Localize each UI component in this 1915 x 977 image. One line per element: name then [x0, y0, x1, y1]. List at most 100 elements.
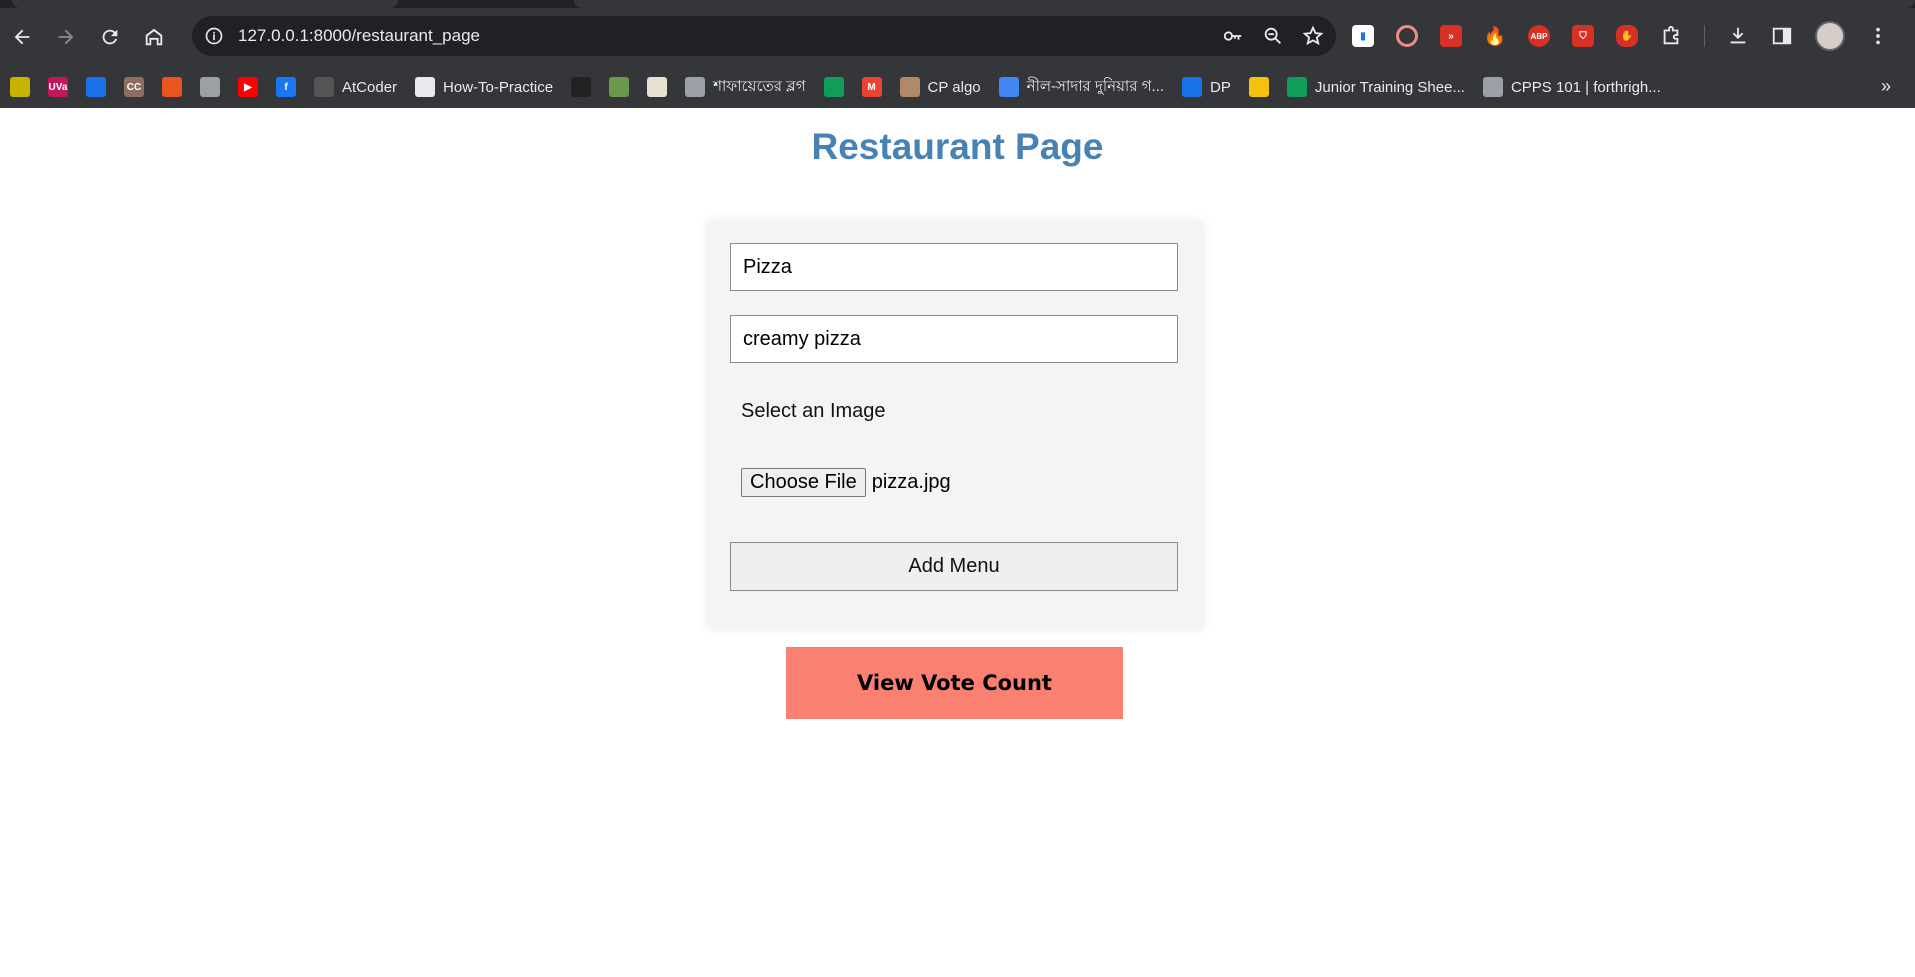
back-button[interactable]: [0, 15, 44, 59]
hand-extension-icon[interactable]: ✋: [1616, 25, 1638, 47]
back-arrow-icon: [14, 29, 30, 45]
bookmark-favicon-icon: [1182, 77, 1203, 97]
bookmark-favicon-icon: [314, 77, 334, 97]
bookmark-item[interactable]: [1248, 77, 1269, 97]
choose-file-button[interactable]: Choose File: [741, 468, 866, 497]
selected-file-name: pizza.jpg: [871, 471, 951, 493]
bookmark-item[interactable]: How-To-Practice: [415, 77, 553, 97]
home-icon: [145, 28, 163, 46]
page-title: Restaurant Page: [811, 126, 1104, 167]
menu-description-input[interactable]: creamy pizza: [730, 315, 1178, 363]
bookmark-label: DP: [1210, 78, 1231, 96]
forward-button[interactable]: [44, 15, 88, 59]
bookmark-favicon-icon: f: [276, 77, 296, 97]
download-icon[interactable]: [1727, 25, 1749, 47]
bookmark-favicon-icon: [1286, 77, 1307, 97]
extension-icon[interactable]: »: [1440, 25, 1462, 47]
zoom-icon[interactable]: [1262, 25, 1284, 47]
bookmark-item[interactable]: [10, 77, 30, 97]
key-icon[interactable]: [1222, 25, 1244, 47]
bookmark-item[interactable]: [200, 77, 220, 97]
bookmark-item[interactable]: CC: [124, 77, 144, 97]
add-menu-button[interactable]: Add Menu: [730, 542, 1178, 591]
address-bar[interactable]: 127.0.0.1:8000/restaurant_page: [192, 16, 1336, 56]
bookmark-favicon-icon: ▶: [238, 77, 258, 97]
bookmark-item[interactable]: AtCoder: [314, 77, 397, 97]
bookmark-item[interactable]: [162, 77, 182, 97]
profile-avatar[interactable]: [1815, 21, 1845, 51]
bookmark-favicon-icon: [162, 77, 182, 97]
bookmark-item[interactable]: [647, 77, 668, 97]
bookmark-label: CP algo: [927, 78, 981, 96]
bookmark-item[interactable]: DP: [1182, 77, 1231, 97]
side-panel-icon[interactable]: [1771, 25, 1793, 47]
bookmark-favicon-icon: [1248, 77, 1269, 97]
bookmark-item[interactable]: CP algo: [899, 77, 981, 97]
bookmark-label: CPPS 101 | forthrigh...: [1510, 78, 1661, 96]
bookmark-favicon-icon: UVa: [48, 77, 68, 97]
adblock-extension-icon[interactable]: ABP: [1528, 25, 1550, 47]
page-content: Restaurant Page Pizza creamy pizza Selec…: [0, 108, 1915, 977]
toolbar-divider: [1704, 25, 1705, 47]
menu-name-input[interactable]: Pizza: [730, 243, 1178, 291]
bookmark-favicon-icon: [10, 77, 30, 97]
bookmark-favicon-icon: M: [861, 77, 882, 97]
bookmark-label: শাফায়েতের ব্লগ: [713, 77, 806, 95]
reload-button[interactable]: [88, 15, 132, 59]
extension-icon[interactable]: ▮: [1352, 25, 1374, 47]
browser-toolbar: 127.0.0.1:8000/restaurant_page ▮ » 🔥 ABP…: [0, 8, 1915, 66]
url-host: 127.0.0.1: [238, 26, 309, 45]
puzzle-icon[interactable]: [1660, 25, 1682, 47]
bookmark-item[interactable]: শাফায়েতের ব্লগ: [685, 75, 806, 100]
bookmark-item[interactable]: CPPS 101 | forthrigh...: [1482, 77, 1661, 97]
url-text: 127.0.0.1:8000/restaurant_page: [238, 26, 480, 46]
add-menu-form: Pizza creamy pizza Select an Image Choos…: [706, 220, 1204, 630]
bookmark-item[interactable]: Junior Training Shee...: [1286, 77, 1465, 97]
bookmark-favicon-icon: [685, 77, 706, 97]
bookmark-favicon-icon: [647, 77, 668, 97]
bookmark-favicon-icon: [415, 77, 436, 97]
browser-chrome: 127.0.0.1:8000/restaurant_page ▮ » 🔥 ABP…: [0, 0, 1915, 108]
extension-icon[interactable]: [1396, 25, 1418, 47]
bookmark-favicon-icon: [571, 77, 592, 97]
bookmark-item[interactable]: নীল-সাদার দুনিয়ার গ...: [998, 75, 1165, 100]
bookmark-item[interactable]: [86, 77, 106, 97]
site-info-icon[interactable]: [204, 26, 224, 46]
bookmark-favicon-icon: CC: [124, 77, 144, 97]
file-input[interactable]: Choose File pizza.jpg: [741, 468, 951, 497]
forward-arrow-icon: [58, 29, 74, 45]
bookmark-favicon-icon: [823, 77, 844, 97]
bookmark-favicon-icon: [899, 77, 920, 97]
extensions-area: ▮ » 🔥 ABP ⛉ ✋: [1352, 16, 1889, 56]
star-icon[interactable]: [1302, 25, 1324, 47]
bookmark-favicon-icon: [200, 77, 220, 97]
bookmark-item[interactable]: UVa: [48, 77, 68, 97]
image-label: Select an Image: [741, 400, 886, 422]
bookmark-favicon-icon: [86, 77, 106, 97]
more-bookmarks-chevron-icon[interactable]: »: [1881, 76, 1891, 97]
bookmark-item[interactable]: ▶: [238, 77, 258, 97]
tab-strip: [0, 0, 1915, 8]
browser-tab[interactable]: [574, 0, 1915, 8]
bookmark-label: নীল-সাদার দুনিয়ার গ...: [1026, 77, 1165, 95]
view-vote-count-button[interactable]: View Vote Count: [786, 647, 1123, 719]
bookmark-label: Junior Training Shee...: [1314, 78, 1465, 96]
url-path: :8000/restaurant_page: [308, 26, 480, 45]
shield-extension-icon[interactable]: ⛉: [1572, 25, 1594, 47]
bookmark-item[interactable]: [609, 77, 630, 97]
bookmark-favicon-icon: [1482, 77, 1503, 97]
bookmark-item[interactable]: [823, 77, 844, 97]
bookmark-item[interactable]: M: [861, 77, 882, 97]
bookmark-favicon-icon: [998, 77, 1019, 97]
reload-icon: [102, 29, 118, 45]
fire-extension-icon[interactable]: 🔥: [1484, 25, 1506, 47]
bookmark-label: How-To-Practice: [443, 78, 554, 96]
bookmark-item[interactable]: f: [276, 77, 296, 97]
bookmark-label: AtCoder: [342, 78, 398, 96]
kebab-menu-icon[interactable]: [1867, 25, 1889, 47]
bookmark-favicon-icon: [609, 77, 630, 97]
bookmark-item[interactable]: [571, 77, 592, 97]
browser-tab[interactable]: [12, 0, 398, 8]
home-button[interactable]: [132, 15, 176, 59]
bookmarks-bar: UVa CC ▶ f AtCoder How-To-Practice শাফায়েতের …: [0, 66, 1915, 108]
